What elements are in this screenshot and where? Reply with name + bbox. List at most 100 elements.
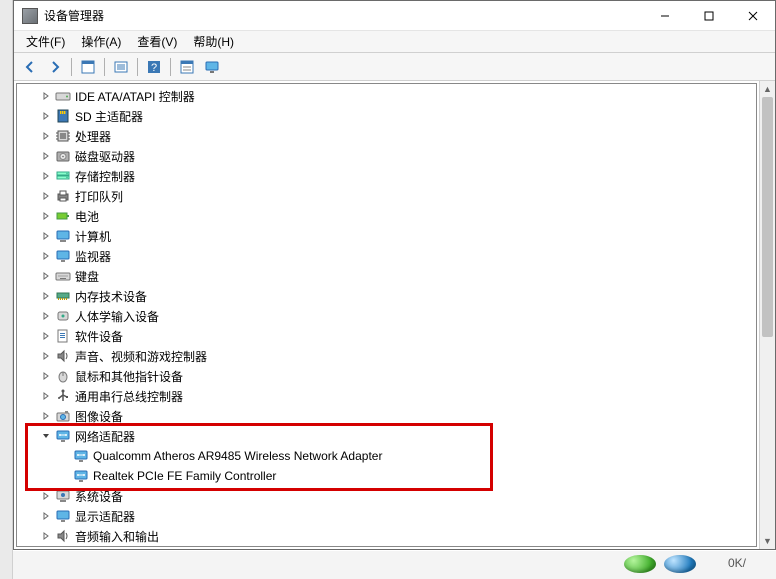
chevron-right-icon[interactable] [39,89,53,103]
tree-item-usb[interactable]: 通用串行总线控制器 [17,386,756,406]
chevron-right-icon[interactable] [39,289,53,303]
camera-icon [55,408,71,424]
chevron-right-icon[interactable] [39,309,53,323]
cpu-icon [55,128,71,144]
toolbar-separator [71,58,72,76]
tree-item-label: 存储控制器 [75,168,135,185]
chevron-right-icon[interactable] [39,129,53,143]
minimize-button[interactable] [643,1,687,31]
toolbar-back-button[interactable] [18,56,42,78]
chevron-down-icon[interactable] [39,429,53,443]
chevron-right-icon[interactable] [39,269,53,283]
system-icon [55,488,71,504]
chevron-right-icon[interactable] [39,189,53,203]
chevron-right-icon[interactable] [39,229,53,243]
toolbar-monitor-button[interactable] [200,56,224,78]
tree-item-label: Qualcomm Atheros AR9485 Wireless Network… [93,449,382,463]
tree-item-label: 磁盘驱动器 [75,148,135,165]
tree-item-network[interactable]: 网络适配器 [17,426,756,446]
storage-icon [55,168,71,184]
software-icon [55,328,71,344]
chevron-right-icon[interactable] [39,509,53,523]
chevron-right-icon[interactable] [39,529,53,543]
monitor-icon [204,59,220,75]
tree-item-keyboard[interactable]: 键盘 [17,266,756,286]
tree-item-hid[interactable]: 人体学输入设备 [17,306,756,326]
svg-text:?: ? [151,62,157,74]
tree-item-label: 软件设备 [75,328,123,345]
tree-item-net-rtl[interactable]: Realtek PCIe FE Family Controller [17,466,756,486]
close-button[interactable] [731,1,775,31]
toolbar-separator [137,58,138,76]
tree-item-mouse[interactable]: 鼠标和其他指针设备 [17,366,756,386]
tree-item-cpu[interactable]: 处理器 [17,126,756,146]
chevron-right-icon[interactable] [39,249,53,263]
sound-icon [55,528,71,544]
usb-icon [55,388,71,404]
tree-item-storage[interactable]: 存储控制器 [17,166,756,186]
toolbar-refresh-button[interactable] [109,56,133,78]
tree-item-label: 图像设备 [75,408,123,425]
arrow-left-icon [22,59,38,75]
tree-item-software[interactable]: 软件设备 [17,326,756,346]
printer-icon [55,188,71,204]
status-strip: 0K/ [13,551,776,579]
tree-item-sd[interactable]: SD 主适配器 [17,106,756,126]
menu-view[interactable]: 查看(V) [129,31,185,52]
maximize-button[interactable] [687,1,731,31]
titlebar: 设备管理器 [14,1,775,31]
tree-item-label: 音频输入和输出 [75,528,159,545]
mouse-icon [55,368,71,384]
chevron-right-icon[interactable] [39,409,53,423]
network-icon [73,468,89,484]
chevron-right-icon[interactable] [39,389,53,403]
chevron-right-icon[interactable] [39,329,53,343]
sound-icon [55,348,71,364]
external-sliver [0,0,13,579]
tree-item-label: 声音、视频和游戏控制器 [75,348,207,365]
tree-item-battery[interactable]: 电池 [17,206,756,226]
tree-item-imaging[interactable]: 图像设备 [17,406,756,426]
toolbar-help-button[interactable]: ? [142,56,166,78]
chevron-right-icon[interactable] [39,109,53,123]
chevron-right-icon[interactable] [39,489,53,503]
device-manager-window: 设备管理器 文件(F) 操作(A) 查看(V) 帮助(H) [13,0,776,550]
chevron-right-icon[interactable] [39,349,53,363]
scroll-up-arrow[interactable]: ▲ [760,81,775,97]
vertical-scrollbar[interactable]: ▲ ▼ [759,81,775,549]
tree-item-label: 内存技术设备 [75,288,147,305]
menu-help[interactable]: 帮助(H) [185,31,242,52]
tree-item-memory[interactable]: 内存技术设备 [17,286,756,306]
tree-item-monitor[interactable]: 监视器 [17,246,756,266]
chevron-right-icon[interactable] [39,369,53,383]
computer-icon [55,228,71,244]
tree-item-computer[interactable]: 计算机 [17,226,756,246]
status-text: 0K/ [728,556,746,570]
tree-item-net-ath[interactable]: Qualcomm Atheros AR9485 Wireless Network… [17,446,756,466]
tree-item-ide[interactable]: IDE ATA/ATAPI 控制器 [17,86,756,106]
toolbar-separator [170,58,171,76]
tree-item-label: IDE ATA/ATAPI 控制器 [75,88,195,105]
tree-item-disk[interactable]: 磁盘驱动器 [17,146,756,166]
status-bubble-blue [664,555,696,573]
toolbar-details-button[interactable] [175,56,199,78]
tree-item-display[interactable]: 显示适配器 [17,506,756,526]
tree-item-system[interactable]: 系统设备 [17,486,756,506]
toolbar-separator [104,58,105,76]
toolbar-forward-button[interactable] [43,56,67,78]
tree-item-label: 显示适配器 [75,508,135,525]
tree-item-audio[interactable]: 音频输入和输出 [17,526,756,546]
menu-action[interactable]: 操作(A) [73,31,129,52]
scrollbar-thumb[interactable] [762,97,773,337]
menu-file[interactable]: 文件(F) [18,31,73,52]
hid-icon [55,308,71,324]
tree-item-printq[interactable]: 打印队列 [17,186,756,206]
scroll-down-arrow[interactable]: ▼ [760,533,775,549]
tree-item-sound[interactable]: 声音、视频和游戏控制器 [17,346,756,366]
chevron-right-icon[interactable] [39,169,53,183]
tree-view[interactable]: IDE ATA/ATAPI 控制器SD 主适配器处理器磁盘驱动器存储控制器打印队… [16,83,757,547]
toolbar-properties-button[interactable] [76,56,100,78]
chevron-right-icon[interactable] [39,209,53,223]
tree-item-label: 系统设备 [75,488,123,505]
chevron-right-icon[interactable] [39,149,53,163]
